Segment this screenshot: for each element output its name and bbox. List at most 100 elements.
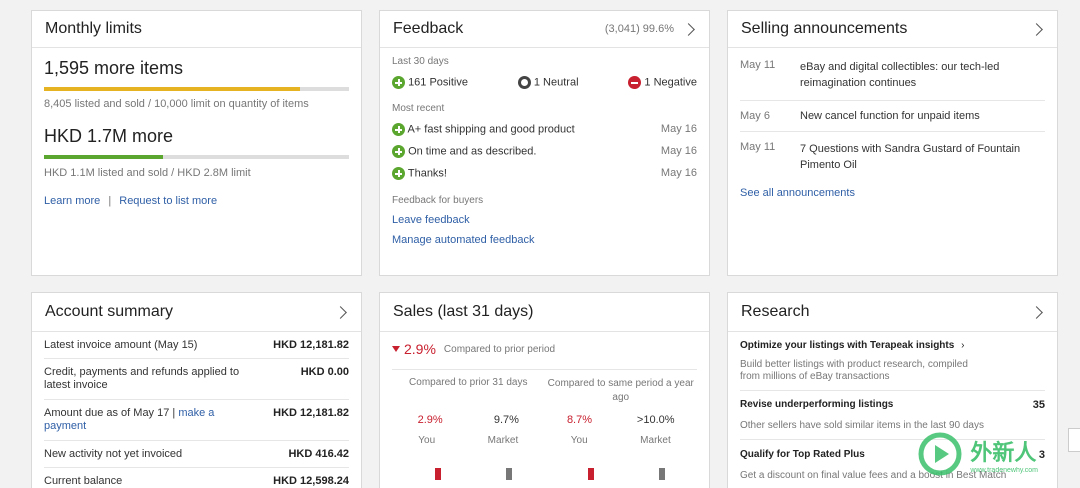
research-item-title[interactable]: Revise underperforming listings bbox=[740, 399, 893, 410]
account-row-label: Amount due as of May 17 | bbox=[44, 407, 179, 419]
neutral-icon bbox=[517, 76, 531, 89]
items-detail: 8,405 listed and sold / 10,000 limit on … bbox=[44, 98, 309, 110]
monthly-limits-header: Monthly limits bbox=[32, 11, 361, 48]
sales-value: 2.9% bbox=[417, 414, 443, 426]
monthly-limits-card: Monthly limits 1,595 more items 8,405 li… bbox=[31, 10, 362, 276]
announcement-date: May 11 bbox=[740, 59, 776, 71]
down-arrow-icon bbox=[392, 346, 400, 352]
account-summary-card: Account summary Latest invoice amount (M… bbox=[31, 292, 362, 488]
positive-icon bbox=[392, 123, 405, 136]
sales-compare-year: Compared to same period a year ago 8.7% … bbox=[545, 370, 698, 480]
announcement-date: May 6 bbox=[740, 110, 770, 122]
sales-header: Sales (last 31 days) bbox=[380, 293, 709, 332]
scroll-up-icon[interactable] bbox=[1068, 428, 1080, 452]
feedback-header[interactable]: Feedback (3,041) 99.6% bbox=[380, 11, 709, 48]
sales-value: 8.7% bbox=[566, 414, 593, 426]
see-all-announcements-link[interactable]: See all announcements bbox=[740, 187, 1045, 199]
feedback-text: A+ fast shipping and good product bbox=[407, 123, 575, 136]
positive-icon bbox=[392, 145, 405, 158]
feedback-score: (3,041) 99.6% bbox=[604, 23, 674, 35]
feedback-text: On time and as described. bbox=[408, 145, 537, 158]
announcement-item[interactable]: May 6 New cancel function for unpaid ite… bbox=[740, 101, 1045, 131]
sales-series-label: You bbox=[570, 435, 588, 446]
research-title: Research bbox=[741, 303, 810, 320]
sales-change: 2.9% bbox=[404, 341, 436, 357]
account-row-label: Credit, payments and refunds applied to … bbox=[44, 366, 240, 391]
research-item-desc: Build better listings with product resea… bbox=[740, 359, 968, 382]
feedback-for-buyers-label: Feedback for buyers bbox=[392, 195, 484, 206]
research-item-title[interactable]: Qualify for Top Rated Plus bbox=[740, 449, 865, 460]
announcement-item[interactable]: May 11 7 Questions with Sandra Gustard o… bbox=[740, 132, 1045, 181]
feedback-date: May 16 bbox=[660, 123, 697, 135]
feedback-entry: A+ fast shipping and good product May 16 bbox=[392, 123, 697, 136]
watermark: 外新人 www.tradenewhy.com bbox=[916, 430, 1038, 478]
sales-title: Sales (last 31 days) bbox=[393, 303, 534, 320]
announcement-text[interactable]: eBay and digital collectibles: our tech-… bbox=[800, 59, 1045, 91]
chevron-right-icon[interactable]: › bbox=[961, 340, 964, 351]
watermark-logo-icon bbox=[918, 432, 962, 476]
research-item-count: 35 bbox=[1032, 399, 1045, 411]
account-row: New activity not yet invoiced HKD 416.42 bbox=[44, 441, 349, 468]
positive-count: 161 Positive bbox=[408, 76, 468, 89]
items-progress-fill bbox=[44, 87, 301, 91]
feedback-entry: Thanks! May 16 bbox=[392, 167, 697, 180]
account-row: Latest invoice amount (May 15) HKD 12,18… bbox=[44, 332, 349, 359]
account-row: Current balance HKD 12,598.24 bbox=[44, 468, 349, 488]
negative-count: 1 Negative bbox=[644, 76, 697, 89]
account-row-value: HKD 12,598.24 bbox=[273, 475, 349, 487]
leave-feedback-link[interactable]: Leave feedback bbox=[392, 214, 697, 226]
research-item-title[interactable]: Optimize your listings with Terapeak ins… bbox=[740, 340, 954, 351]
compare-caption: Compared to same period a year ago bbox=[547, 378, 694, 403]
amount-remaining: HKD 1.7M more bbox=[44, 126, 174, 146]
sales-compare-prior: Compared to prior 31 days 2.9% 9.7% You … bbox=[392, 370, 545, 480]
research-item[interactable]: Optimize your listings with Terapeak ins… bbox=[740, 340, 1045, 351]
sales-value: >10.0% bbox=[636, 414, 675, 426]
account-row-label: Current balance bbox=[44, 475, 123, 487]
sales-bar bbox=[587, 468, 594, 480]
watermark-text: 外新人 bbox=[970, 439, 1037, 465]
request-to-list-more-link[interactable]: Request to list more bbox=[119, 195, 217, 207]
announcement-text[interactable]: New cancel function for unpaid items bbox=[800, 110, 1045, 122]
positive-icon bbox=[392, 76, 405, 89]
sales-bar bbox=[435, 468, 441, 480]
sales-card: Sales (last 31 days) 2.9% Compared to pr… bbox=[379, 292, 710, 488]
feedback-card: Feedback (3,041) 99.6% Last 30 days 161 … bbox=[379, 10, 710, 276]
chevron-right-icon[interactable] bbox=[1030, 305, 1043, 319]
account-row: Amount due as of May 17 | make a payment… bbox=[44, 400, 349, 441]
account-summary-title: Account summary bbox=[45, 303, 174, 320]
feedback-date: May 16 bbox=[660, 145, 697, 157]
account-summary-header[interactable]: Account summary bbox=[32, 293, 361, 332]
sales-value: 9.7% bbox=[493, 414, 519, 426]
account-row: Credit, payments and refunds applied to … bbox=[44, 359, 349, 400]
announcement-item[interactable]: May 11 eBay and digital collectibles: ou… bbox=[740, 59, 1045, 100]
items-progress-bar bbox=[44, 87, 349, 91]
last-30-days-label: Last 30 days bbox=[392, 56, 449, 67]
account-row-value: HKD 12,181.82 bbox=[273, 407, 349, 419]
announcement-text[interactable]: 7 Questions with Sandra Gustard of Fount… bbox=[800, 141, 1045, 173]
selling-announcements-card: Selling announcements May 11 eBay and di… bbox=[727, 10, 1058, 276]
chevron-right-icon[interactable] bbox=[334, 305, 347, 319]
feedback-text: Thanks! bbox=[407, 167, 447, 180]
chevron-right-icon[interactable] bbox=[682, 22, 695, 36]
manage-automated-feedback-link[interactable]: Manage automated feedback bbox=[392, 234, 697, 246]
positive-icon bbox=[392, 167, 405, 180]
compare-caption: Compared to prior 31 days bbox=[409, 377, 528, 388]
account-row-value: HKD 416.42 bbox=[288, 448, 349, 460]
most-recent-label: Most recent bbox=[392, 103, 445, 114]
announcements-title: Selling announcements bbox=[741, 20, 908, 37]
sales-series-label: Market bbox=[640, 435, 671, 446]
account-row-label: New activity not yet invoiced bbox=[44, 448, 183, 460]
chevron-right-icon[interactable] bbox=[1030, 22, 1043, 36]
research-item[interactable]: Revise underperforming listings 35 bbox=[740, 399, 1045, 411]
announcements-header[interactable]: Selling announcements bbox=[728, 11, 1057, 48]
sales-bar bbox=[506, 468, 512, 480]
sales-series-label: Market bbox=[487, 435, 519, 446]
learn-more-link[interactable]: Learn more bbox=[44, 195, 100, 207]
account-row-value: HKD 12,181.82 bbox=[273, 339, 349, 351]
announcement-date: May 11 bbox=[740, 141, 776, 153]
research-header[interactable]: Research bbox=[728, 293, 1057, 332]
amount-progress-fill bbox=[44, 155, 163, 159]
account-row-value: HKD 0.00 bbox=[300, 366, 349, 378]
amount-progress-bar bbox=[44, 155, 349, 159]
watermark-url: www.tradenewhy.com bbox=[970, 466, 1038, 474]
